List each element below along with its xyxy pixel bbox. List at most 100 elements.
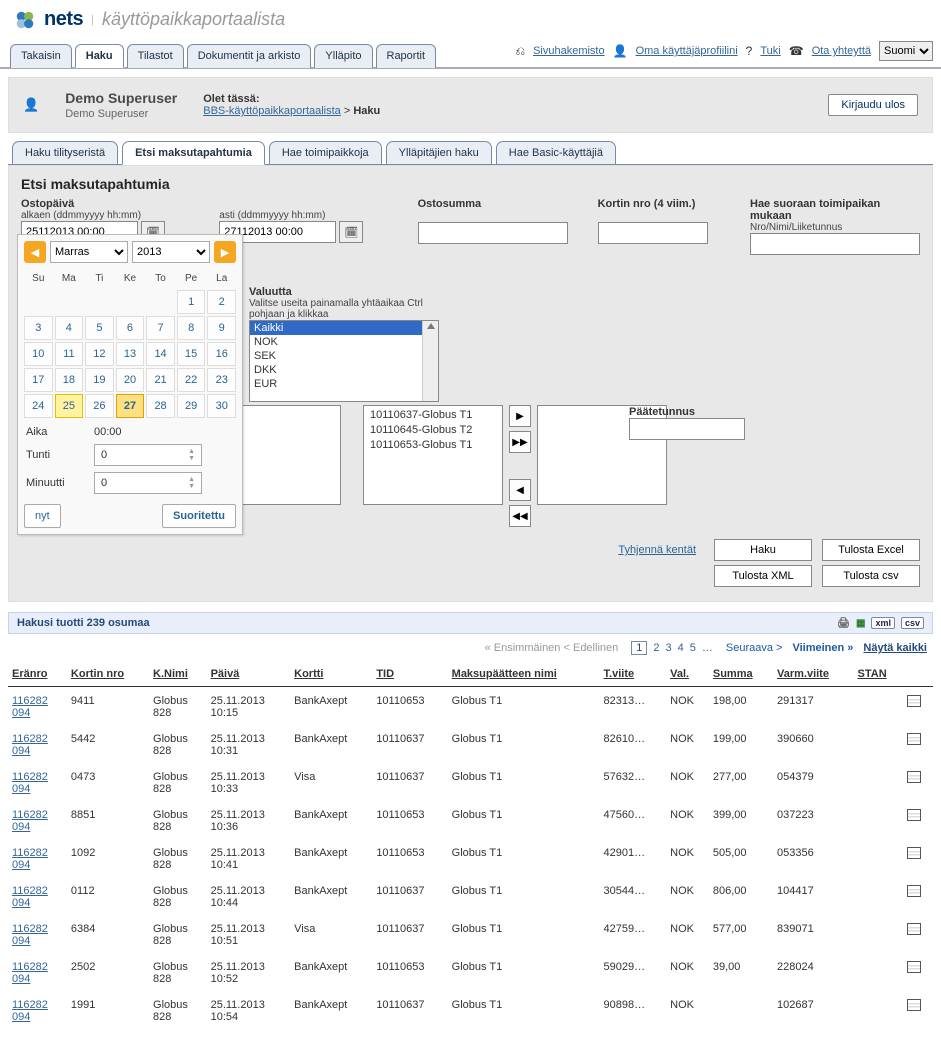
profile-link[interactable]: Oma käyttäjäprofiilini	[636, 45, 738, 57]
dp-hour-spinner[interactable]: 0▲▼	[94, 444, 202, 466]
subtab-4[interactable]: Hae Basic-käyttäjiä	[496, 141, 616, 165]
details-icon[interactable]	[907, 999, 921, 1011]
dp-day[interactable]: 6	[116, 316, 145, 340]
currency-option[interactable]: EUR	[250, 377, 438, 391]
col-header[interactable]: Summa	[713, 668, 753, 680]
dp-day[interactable]: 22	[177, 368, 206, 392]
datepicker-year-select[interactable]: 2013	[132, 241, 210, 263]
excel-icon[interactable]: ▦	[856, 618, 865, 629]
main-tab-takaisin[interactable]: Takaisin	[10, 44, 72, 68]
csv-badge[interactable]: csv	[901, 617, 924, 629]
batch-link[interactable]: 094	[12, 707, 30, 719]
details-icon[interactable]	[907, 885, 921, 897]
dp-day[interactable]: 27	[116, 394, 145, 418]
col-header[interactable]: Maksupäätteen nimi	[452, 668, 557, 680]
batch-link[interactable]: 116282	[12, 961, 48, 973]
breadcrumb-root[interactable]: BBS-käyttöpaikkaportaalista	[203, 105, 341, 117]
dp-day[interactable]: 9	[207, 316, 236, 340]
dp-day[interactable]: 4	[55, 316, 84, 340]
term-move-right-icon[interactable]: ▶	[509, 405, 531, 427]
subtab-1[interactable]: Etsi maksutapahtumia	[122, 141, 265, 165]
col-header[interactable]: Varm.viite	[777, 668, 829, 680]
subtab-0[interactable]: Haku tilityseristä	[12, 141, 118, 165]
print-xml-button[interactable]: Tulosta XML	[714, 565, 812, 587]
date-to-calendar-icon[interactable]: 🗓	[339, 221, 363, 243]
batch-link[interactable]: 116282	[12, 809, 48, 821]
batch-link[interactable]: 116282	[12, 923, 48, 935]
details-icon[interactable]	[907, 809, 921, 821]
datepicker-next-button[interactable]: ▶	[214, 241, 236, 263]
col-header[interactable]: STAN	[858, 668, 887, 680]
dp-day[interactable]: 8	[177, 316, 206, 340]
details-icon[interactable]	[907, 695, 921, 707]
col-header[interactable]: T.viite	[604, 668, 635, 680]
batch-link[interactable]: 094	[12, 935, 30, 947]
batch-link[interactable]: 094	[12, 859, 30, 871]
dp-day[interactable]: 2	[207, 290, 236, 314]
batch-link[interactable]: 116282	[12, 847, 48, 859]
pager-show-all[interactable]: Näytä kaikki	[863, 642, 927, 654]
batch-link[interactable]: 094	[12, 1011, 30, 1023]
dp-day[interactable]: 17	[24, 368, 53, 392]
dp-min-spinner[interactable]: 0▲▼	[94, 472, 202, 494]
dp-day[interactable]: 11	[55, 342, 84, 366]
batch-link[interactable]: 094	[12, 745, 30, 757]
currency-option[interactable]: SEK	[250, 349, 438, 363]
dp-day[interactable]: 30	[207, 394, 236, 418]
details-icon[interactable]	[907, 847, 921, 859]
dp-day[interactable]: 19	[85, 368, 114, 392]
term-move-all-left-icon[interactable]: ◀◀	[509, 505, 531, 527]
help-link[interactable]: Tuki	[760, 45, 780, 57]
dp-day[interactable]: 25	[55, 394, 84, 418]
terminals-available-box[interactable]: 10110637-Globus T110110645-Globus T21011…	[363, 405, 503, 505]
dp-day[interactable]: 10	[24, 342, 53, 366]
batch-link[interactable]: 116282	[12, 999, 48, 1011]
amount-input[interactable]	[418, 222, 568, 244]
dp-day[interactable]: 12	[85, 342, 114, 366]
details-icon[interactable]	[907, 961, 921, 973]
dp-day[interactable]: 20	[116, 368, 145, 392]
dp-day[interactable]: 23	[207, 368, 236, 392]
terminal-input[interactable]	[629, 418, 745, 440]
print-icon[interactable]: 🖨	[837, 618, 850, 629]
dp-day[interactable]: 5	[85, 316, 114, 340]
dp-day[interactable]: 15	[177, 342, 206, 366]
batch-link[interactable]: 094	[12, 897, 30, 909]
batch-link[interactable]: 094	[12, 973, 30, 985]
term-move-left-icon[interactable]: ◀	[509, 479, 531, 501]
dp-day[interactable]: 1	[177, 290, 206, 314]
pager-last[interactable]: Viimeinen »	[792, 642, 853, 654]
dp-day[interactable]: 13	[116, 342, 145, 366]
dp-day[interactable]: 7	[146, 316, 175, 340]
batch-link[interactable]: 116282	[12, 771, 48, 783]
dp-day[interactable]: 14	[146, 342, 175, 366]
page-4[interactable]: 4	[678, 642, 684, 654]
dp-day[interactable]: 18	[55, 368, 84, 392]
sitemap-link[interactable]: Sivuhakemisto	[533, 45, 605, 57]
col-header[interactable]: Päivä	[211, 668, 240, 680]
page-5[interactable]: 5	[690, 642, 696, 654]
batch-link[interactable]: 094	[12, 821, 30, 833]
dp-now-button[interactable]: nyt	[24, 504, 61, 528]
main-tab-raportit[interactable]: Raportit	[376, 44, 437, 68]
batch-link[interactable]: 094	[12, 783, 30, 795]
main-tab-ylläpito[interactable]: Ylläpito	[314, 44, 372, 68]
col-header[interactable]: Val.	[670, 668, 689, 680]
main-tab-dokumentit-ja-arkisto[interactable]: Dokumentit ja arkisto	[187, 44, 312, 68]
search-button[interactable]: Haku	[714, 539, 812, 561]
shop-input[interactable]	[750, 233, 920, 255]
clear-fields-link[interactable]: Tyhjennä kentät	[618, 544, 696, 556]
main-tab-haku[interactable]: Haku	[75, 44, 124, 68]
page-…[interactable]: …	[702, 642, 713, 654]
dp-day[interactable]: 24	[24, 394, 53, 418]
dp-day[interactable]: 28	[146, 394, 175, 418]
col-header[interactable]: K.Nimi	[153, 668, 188, 680]
subtab-3[interactable]: Ylläpitäjien haku	[386, 141, 492, 165]
currency-option[interactable]: Kaikki	[250, 321, 438, 335]
batch-link[interactable]: 116282	[12, 733, 48, 745]
list-item[interactable]: 10110645-Globus T2	[370, 423, 496, 438]
currency-option[interactable]: DKK	[250, 363, 438, 377]
currency-option[interactable]: NOK	[250, 335, 438, 349]
dp-day[interactable]: 16	[207, 342, 236, 366]
print-excel-button[interactable]: Tulosta Excel	[822, 539, 920, 561]
